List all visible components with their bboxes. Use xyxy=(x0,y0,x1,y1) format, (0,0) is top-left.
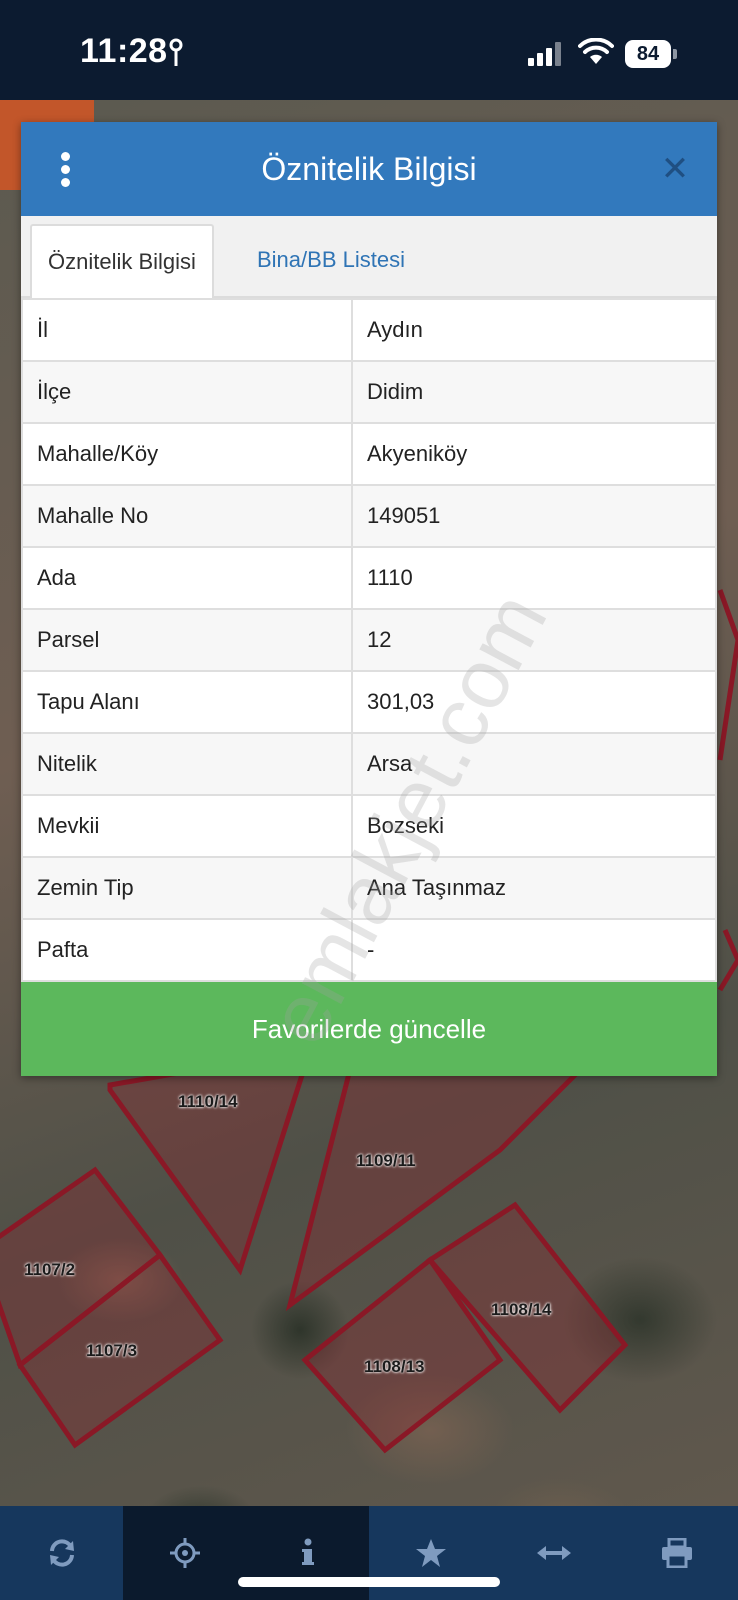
row-value: 301,03 xyxy=(351,670,717,734)
tab-attribute-info[interactable]: Öznitelik Bilgisi xyxy=(30,224,214,298)
parcel-label: 1108/14 xyxy=(491,1300,552,1319)
row-value: Arsa xyxy=(351,732,717,796)
table-row: İl Aydın xyxy=(21,298,717,362)
table-row: Pafta - xyxy=(21,918,717,982)
refresh-button[interactable] xyxy=(0,1506,123,1600)
status-bar: 11:28 84 xyxy=(0,0,738,100)
parcel-label: 1107/2 xyxy=(24,1260,76,1279)
cellular-signal-icon xyxy=(528,42,561,66)
table-row: Tapu Alanı 301,03 xyxy=(21,670,717,734)
table-row: Mevkii Bozseki xyxy=(21,794,717,858)
locate-button[interactable] xyxy=(123,1506,246,1600)
row-value: Akyeniköy xyxy=(351,422,717,486)
parcel-edge-right xyxy=(717,589,738,761)
close-icon[interactable]: ✕ xyxy=(655,149,695,189)
table-row: Mahalle No 149051 xyxy=(21,484,717,548)
attribute-dialog: Öznitelik Bilgisi ✕ Öznitelik Bilgisi Bi… xyxy=(21,122,717,1076)
table-row: Zemin Tip Ana Taşınmaz xyxy=(21,856,717,920)
row-value: 149051 xyxy=(351,484,717,548)
battery-level: 84 xyxy=(636,43,660,65)
row-key: Parsel xyxy=(21,608,353,672)
info-icon xyxy=(301,1538,314,1565)
measure-button[interactable] xyxy=(492,1506,615,1600)
row-value: - xyxy=(351,918,717,982)
row-value: Didim xyxy=(351,360,717,424)
parcel-label: 1107/3 xyxy=(86,1341,138,1360)
location-pin-icon xyxy=(169,38,183,66)
table-row: İlçe Didim xyxy=(21,360,717,424)
battery-tip xyxy=(673,49,677,59)
row-key: Ada xyxy=(21,546,353,610)
row-key: İlçe xyxy=(21,360,353,424)
parcel-label: 1109/11 xyxy=(356,1151,416,1170)
row-key: Tapu Alanı xyxy=(21,670,353,734)
home-indicator[interactable] xyxy=(238,1577,500,1587)
row-key: Pafta xyxy=(21,918,353,982)
table-row: Parsel 12 xyxy=(21,608,717,672)
dialog-header: Öznitelik Bilgisi ✕ xyxy=(21,122,717,216)
attribute-table: İl Aydın İlçe Didim Mahalle/Köy Akyenikö… xyxy=(21,298,717,982)
row-value: 12 xyxy=(351,608,717,672)
measure-icon xyxy=(536,1546,571,1560)
refresh-icon xyxy=(49,1539,74,1567)
parcel-label: 1110/14 xyxy=(178,1092,238,1111)
status-time: 11:28 xyxy=(80,32,168,70)
tab-bar: Öznitelik Bilgisi Bina/BB Listesi xyxy=(21,216,717,298)
tab-building-list[interactable]: Bina/BB Listesi xyxy=(241,224,421,296)
star-icon xyxy=(415,1539,446,1567)
parcel-label: 1108/13 xyxy=(364,1357,425,1376)
row-key: Mahalle No xyxy=(21,484,353,548)
row-key: Zemin Tip xyxy=(21,856,353,920)
table-row: Nitelik Arsa xyxy=(21,732,717,796)
table-row: Mahalle/Köy Akyeniköy xyxy=(21,422,717,486)
parcel-edge-right-lower xyxy=(717,929,738,992)
row-key: İl xyxy=(21,298,353,362)
row-key: Nitelik xyxy=(21,732,353,796)
row-value: 1110 xyxy=(351,546,717,610)
print-button[interactable] xyxy=(615,1506,738,1600)
row-key: Mevkii xyxy=(21,794,353,858)
row-value: Aydın xyxy=(351,298,717,362)
row-key: Mahalle/Köy xyxy=(21,422,353,486)
locate-icon xyxy=(169,1538,200,1568)
battery-icon: 84 xyxy=(625,40,671,68)
table-row: Ada 1110 xyxy=(21,546,717,610)
update-favorites-button[interactable]: Favorilerde güncelle xyxy=(21,982,717,1076)
row-value: Ana Taşınmaz xyxy=(351,856,717,920)
dialog-title: Öznitelik Bilgisi xyxy=(261,151,477,187)
print-icon xyxy=(661,1538,692,1568)
row-value: Bozseki xyxy=(351,794,717,858)
wifi-icon xyxy=(578,38,614,64)
